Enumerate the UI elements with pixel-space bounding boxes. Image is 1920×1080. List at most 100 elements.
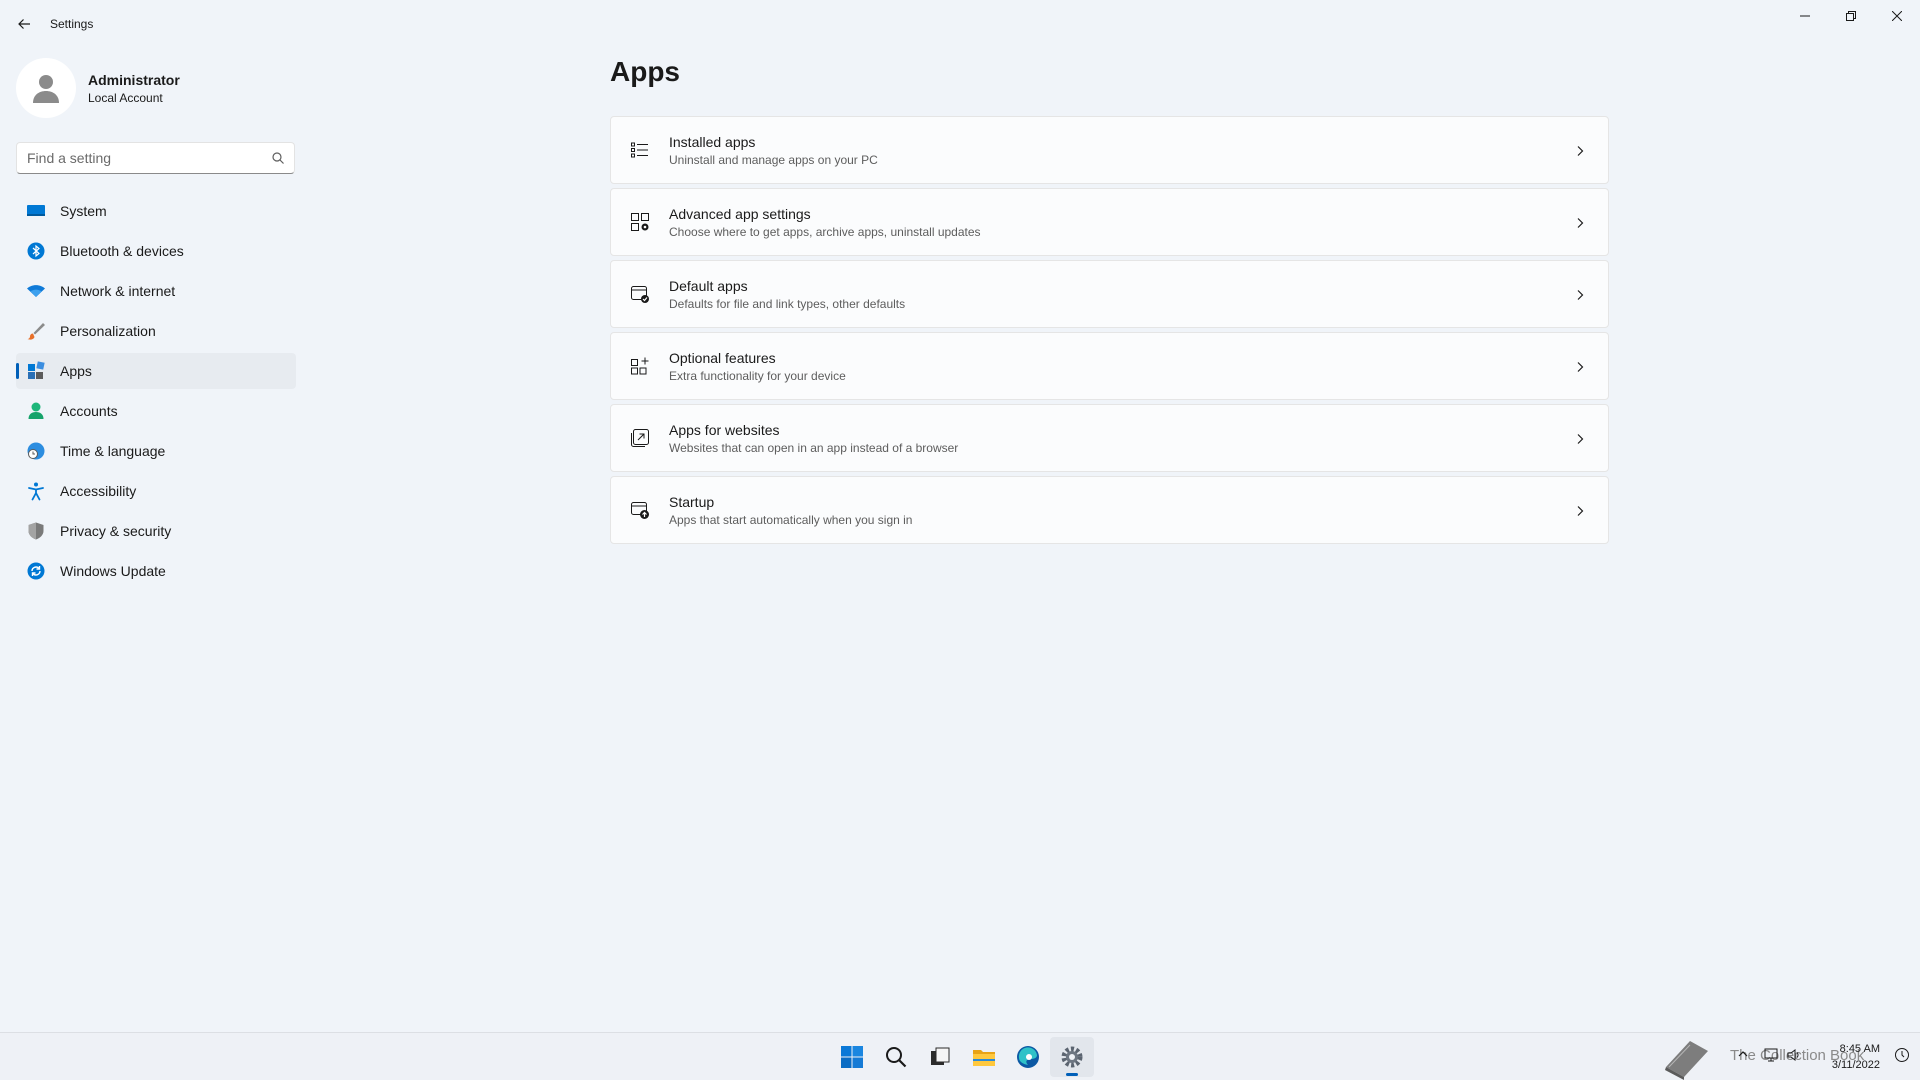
window-title: Settings — [50, 17, 94, 31]
chevron-up-icon[interactable] — [1736, 1047, 1750, 1066]
search-icon[interactable] — [262, 152, 294, 164]
sidebar-item-accessibility[interactable]: Accessibility — [16, 473, 296, 509]
person-icon — [26, 401, 46, 421]
search-input[interactable] — [17, 150, 262, 166]
start-button[interactable] — [830, 1037, 874, 1077]
sidebar-item-label: System — [60, 203, 107, 219]
file-explorer-button[interactable] — [962, 1037, 1006, 1077]
page-title: Apps — [610, 56, 680, 87]
settings-taskbar-button[interactable] — [1050, 1037, 1094, 1077]
profile-account-type: Local Account — [88, 90, 163, 105]
wifi-icon — [26, 281, 46, 301]
profile-name: Administrator — [88, 71, 180, 88]
clock-time: 8:45 AM — [1839, 1043, 1880, 1055]
card-title: Optional features — [669, 349, 776, 366]
task-view-icon — [931, 1047, 950, 1065]
sidebar-item-label: Windows Update — [60, 563, 166, 579]
installed-apps-card[interactable]: Installed apps Uninstall and manage apps… — [610, 116, 1609, 184]
card-title: Installed apps — [669, 133, 756, 150]
window-controls — [1782, 0, 1920, 32]
person-silhouette-icon — [33, 75, 59, 103]
sidebar-item-label: Accessibility — [60, 483, 137, 499]
network-tray-icon[interactable] — [1764, 1047, 1780, 1068]
sidebar-item-label: Time & language — [60, 443, 166, 459]
chevron-right-icon — [1570, 213, 1590, 233]
chevron-right-icon — [1570, 357, 1590, 377]
sidebar-item-privacy-security[interactable]: Privacy & security — [16, 513, 296, 549]
back-arrow-icon — [18, 19, 30, 29]
close-button[interactable] — [1874, 0, 1920, 32]
sidebar-item-bluetooth[interactable]: Bluetooth & devices — [16, 233, 296, 269]
windows-logo-icon — [841, 1046, 863, 1068]
sidebar-item-personalization[interactable]: Personalization — [16, 313, 296, 349]
chevron-right-icon — [1570, 285, 1590, 305]
minimize-button[interactable] — [1782, 0, 1828, 32]
card-subtitle: Apps that start automatically when you s… — [669, 512, 913, 527]
accessibility-icon — [26, 481, 46, 501]
restore-icon — [1846, 11, 1856, 21]
default-apps-icon — [630, 284, 650, 304]
edge-browser-icon — [1017, 1046, 1039, 1068]
edge-button[interactable] — [1006, 1037, 1050, 1077]
advanced-app-settings-card[interactable]: Advanced app settings Choose where to ge… — [610, 188, 1609, 256]
clock[interactable]: 8:45 AM 3/11/2022 — [1832, 1041, 1880, 1073]
notification-icon[interactable] — [1894, 1047, 1910, 1068]
minimize-icon — [1800, 15, 1810, 17]
search-box — [16, 142, 295, 174]
profile-info: Administrator Local Account — [88, 72, 180, 105]
sidebar-item-apps[interactable]: Apps — [16, 353, 296, 389]
book-watermark-icon — [1660, 1037, 1714, 1080]
brush-icon — [26, 321, 46, 341]
update-icon — [26, 561, 46, 581]
taskbar-apps — [830, 1033, 1094, 1080]
sidebar-item-accounts[interactable]: Accounts — [16, 393, 296, 429]
user-profile[interactable]: Administrator Local Account — [16, 58, 180, 118]
startup-card[interactable]: Startup Apps that start automatically wh… — [610, 476, 1609, 544]
open-external-icon — [630, 428, 650, 448]
taskbar: The Collection Book 8:45 AM 3/11/2022 — [0, 1032, 1920, 1080]
default-apps-card[interactable]: Default apps Defaults for file and link … — [610, 260, 1609, 328]
card-title: Apps for websites — [669, 421, 780, 438]
sidebar-item-network[interactable]: Network & internet — [16, 273, 296, 309]
sidebar-item-time-language[interactable]: Time & language — [16, 433, 296, 469]
apps-icon — [26, 361, 46, 381]
apps-for-websites-card[interactable]: Apps for websites Websites that can open… — [610, 404, 1609, 472]
chevron-right-icon — [1570, 429, 1590, 449]
clock-date: 3/11/2022 — [1831, 1059, 1880, 1071]
sidebar-item-label: Privacy & security — [60, 523, 172, 539]
sidebar-item-label: Bluetooth & devices — [60, 243, 184, 259]
startup-icon — [630, 500, 650, 520]
back-button[interactable] — [12, 12, 36, 36]
shield-icon — [26, 521, 46, 541]
settings-list: Installed apps Uninstall and manage apps… — [610, 116, 1609, 548]
card-subtitle: Extra functionality for your device — [669, 368, 846, 383]
optional-features-icon — [630, 356, 650, 376]
card-title: Startup — [669, 493, 715, 510]
system-icon — [26, 201, 46, 221]
card-subtitle: Choose where to get apps, archive apps, … — [669, 224, 981, 239]
gear-icon — [1061, 1046, 1083, 1068]
card-subtitle: Uninstall and manage apps on your PC — [669, 152, 878, 167]
sidebar-item-windows-update[interactable]: Windows Update — [16, 553, 296, 589]
sidebar-item-system[interactable]: System — [16, 193, 296, 229]
card-title: Advanced app settings — [669, 205, 811, 222]
card-title: Default apps — [669, 277, 748, 294]
system-tray: The Collection Book 8:45 AM 3/11/2022 — [1660, 1033, 1920, 1080]
globe-clock-icon — [26, 441, 46, 461]
chevron-right-icon — [1570, 501, 1590, 521]
sidebar-nav: System Bluetooth & devices Network & int… — [16, 193, 296, 593]
optional-features-card[interactable]: Optional features Extra functionality fo… — [610, 332, 1609, 400]
restore-button[interactable] — [1828, 0, 1874, 32]
volume-icon[interactable] — [1786, 1047, 1802, 1068]
card-subtitle: Websites that can open in an app instead… — [669, 440, 959, 455]
sidebar-item-label: Network & internet — [60, 283, 176, 299]
sidebar-item-label: Personalization — [60, 323, 156, 339]
task-view-button[interactable] — [918, 1037, 962, 1077]
sidebar-item-label: Apps — [60, 363, 92, 379]
close-icon — [1892, 11, 1902, 21]
chevron-right-icon — [1570, 141, 1590, 161]
list-icon — [630, 140, 650, 160]
bluetooth-icon — [26, 241, 46, 261]
avatar — [16, 58, 76, 118]
search-taskbar-button[interactable] — [874, 1037, 918, 1077]
